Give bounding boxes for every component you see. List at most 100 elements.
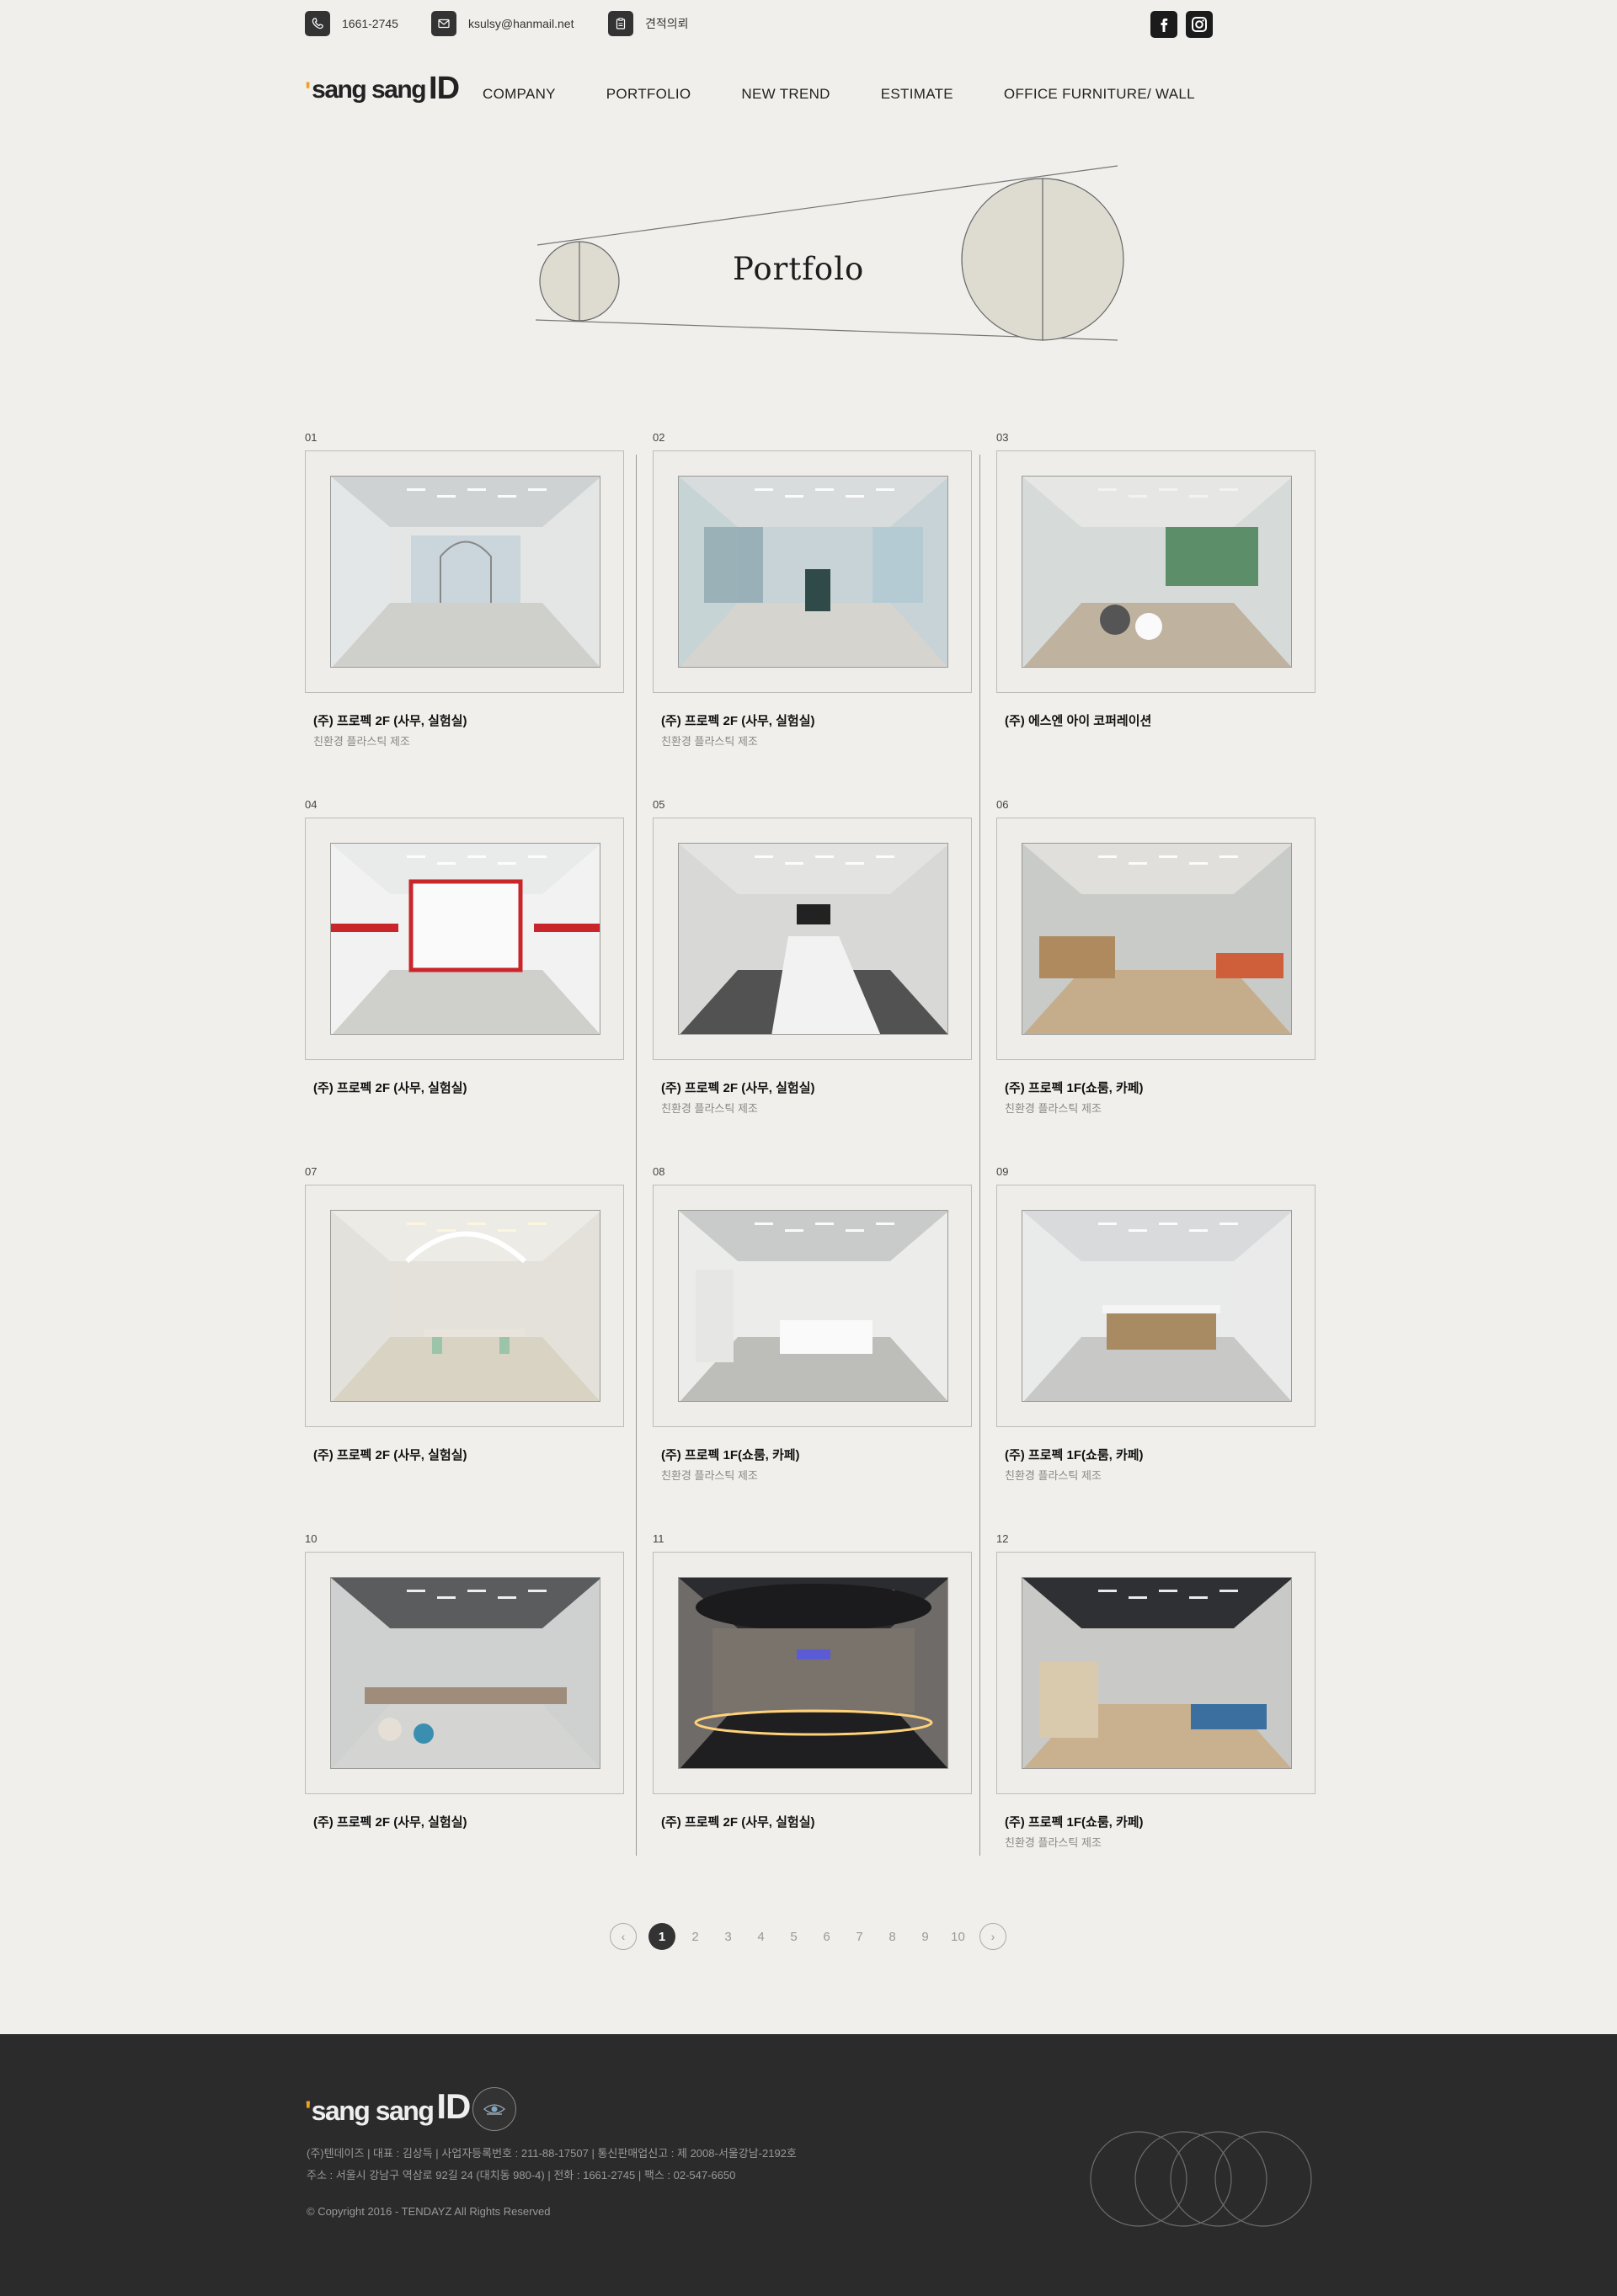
footer-logo-wordmark: sang sang bbox=[311, 2096, 435, 2126]
phone-icon bbox=[305, 11, 330, 36]
project-photo[interactable] bbox=[330, 1577, 600, 1769]
project-subtitle: 친환경 플라스틱 제조 bbox=[661, 1102, 758, 1115]
page-1[interactable]: 1 bbox=[648, 1923, 675, 1950]
portfolio-card[interactable]: 06 (주) 프로펙 1F(쇼룸, 카페) 친환경 플라스틱 제조 bbox=[996, 798, 1315, 1127]
project-photo[interactable] bbox=[1022, 1210, 1292, 1402]
project-photo[interactable] bbox=[678, 843, 948, 1035]
nav-portfolio[interactable]: PORTFOLIO bbox=[606, 86, 691, 103]
project-title[interactable]: (주) 프로펙 1F(쇼룸, 카페) bbox=[661, 1446, 800, 1463]
project-photo[interactable] bbox=[330, 476, 600, 668]
project-photo[interactable] bbox=[330, 843, 600, 1035]
portfolio-card[interactable]: 05 (주) 프로펙 2F (사무, 실험실) 친환경 플라스틱 제조 bbox=[653, 798, 972, 1127]
project-subtitle: 친환경 플라스틱 제조 bbox=[1005, 1102, 1102, 1115]
portfolio-card[interactable]: 04 (주) 프로펙 2F (사무, 실험실) bbox=[305, 798, 624, 1127]
page-6[interactable]: 6 bbox=[810, 1930, 843, 1944]
page-9[interactable]: 9 bbox=[909, 1930, 942, 1944]
card-number: 07 bbox=[305, 1165, 318, 1178]
portfolio-card[interactable]: 07 (주) 프로펙 2F (사무, 실험실) bbox=[305, 1165, 624, 1494]
phone-contact[interactable]: 1661-2745 bbox=[305, 11, 398, 36]
company-address: 주소 : 서울시 강남구 역삼로 92길 24 (대치동 980-4) | 전화… bbox=[307, 2169, 736, 2181]
card-number: 01 bbox=[305, 431, 318, 444]
column-divider-2 bbox=[979, 455, 980, 1856]
card-number: 05 bbox=[653, 798, 665, 811]
logo-wordmark: sang sang bbox=[312, 76, 426, 104]
project-title[interactable]: (주) 프로펙 2F (사무, 실험실) bbox=[313, 1813, 467, 1830]
column-divider-1 bbox=[636, 455, 637, 1856]
nav-new-trend[interactable]: NEW TREND bbox=[741, 86, 830, 103]
next-page-button[interactable]: › bbox=[979, 1923, 1006, 1950]
nav-company[interactable]: COMPANY bbox=[483, 86, 556, 103]
project-title[interactable]: (주) 프로펙 2F (사무, 실험실) bbox=[313, 711, 467, 729]
copyright: © Copyright 2016 - TENDAYZ All Rights Re… bbox=[307, 2205, 551, 2218]
card-frame bbox=[305, 1185, 624, 1427]
project-title[interactable]: (주) 프로펙 2F (사무, 실험실) bbox=[661, 1079, 815, 1096]
logo-quote-mark: ' bbox=[305, 77, 312, 105]
main-nav: COMPANY PORTFOLIO NEW TREND ESTIMATE OFF… bbox=[483, 86, 1246, 103]
portfolio-card[interactable]: 01 (주) 프로펙 2F (사무, 실험실) 친환경 플라스틱 제조 bbox=[305, 431, 624, 759]
card-number: 11 bbox=[653, 1532, 664, 1545]
card-number: 04 bbox=[305, 798, 318, 811]
nav-office-furniture-wall[interactable]: OFFICE FURNITURE/ WALL bbox=[1004, 86, 1195, 103]
phone-number: 1661-2745 bbox=[342, 17, 398, 30]
email-contact[interactable]: ksulsy@hanmail.net bbox=[431, 11, 574, 36]
footer-logo[interactable]: ' sang sang ID bbox=[305, 2086, 471, 2127]
project-title[interactable]: (주) 프로펙 2F (사무, 실험실) bbox=[661, 1813, 815, 1830]
project-photo[interactable] bbox=[678, 1210, 948, 1402]
project-photo[interactable] bbox=[678, 476, 948, 668]
card-frame bbox=[996, 818, 1315, 1060]
facebook-icon[interactable] bbox=[1150, 11, 1177, 38]
page-8[interactable]: 8 bbox=[876, 1930, 909, 1944]
portfolio-card[interactable]: 11 (주) 프로펙 2F (사무, 실험실) bbox=[653, 1532, 972, 1861]
project-title[interactable]: (주) 프로펙 1F(쇼룸, 카페) bbox=[1005, 1446, 1144, 1463]
prev-page-button[interactable]: ‹ bbox=[610, 1923, 637, 1950]
project-subtitle: 친환경 플라스틱 제조 bbox=[661, 1469, 758, 1482]
page-5[interactable]: 5 bbox=[777, 1930, 810, 1944]
card-frame bbox=[653, 1552, 972, 1794]
instagram-icon[interactable] bbox=[1186, 11, 1213, 38]
project-photo[interactable] bbox=[1022, 476, 1292, 668]
card-frame bbox=[653, 450, 972, 693]
card-number: 03 bbox=[996, 431, 1009, 444]
company-info: (주)텐데이즈 | 대표 : 김상득 | 사업자등록번호 : 211-88-17… bbox=[307, 2147, 797, 2160]
project-title[interactable]: (주) 프로펙 2F (사무, 실험실) bbox=[661, 711, 815, 729]
project-subtitle: 친환경 플라스틱 제조 bbox=[1005, 1836, 1102, 1849]
logo-id: ID bbox=[429, 71, 460, 106]
project-photo[interactable] bbox=[1022, 1577, 1292, 1769]
portfolio-card[interactable]: 09 (주) 프로펙 1F(쇼룸, 카페) 친환경 플라스틱 제조 bbox=[996, 1165, 1315, 1494]
project-photo[interactable] bbox=[678, 1577, 948, 1769]
hero-title: Portfolo bbox=[733, 251, 865, 287]
project-title[interactable]: (주) 에스엔 아이 코퍼레이션 bbox=[1005, 711, 1151, 729]
card-frame bbox=[305, 818, 624, 1060]
page-10[interactable]: 10 bbox=[942, 1930, 974, 1944]
card-number: 09 bbox=[996, 1165, 1009, 1178]
top-bar: 1661-2745 ksulsy@hanmail.net 견적의뢰 bbox=[305, 11, 1213, 38]
mail-icon bbox=[431, 11, 456, 36]
nav-estimate[interactable]: ESTIMATE bbox=[881, 86, 953, 103]
card-frame bbox=[996, 450, 1315, 693]
page-3[interactable]: 3 bbox=[712, 1930, 744, 1944]
portfolio-card[interactable]: 02 (주) 프로펙 2F (사무, 실험실) 친환경 플라스틱 제조 bbox=[653, 431, 972, 759]
project-photo[interactable] bbox=[330, 1210, 600, 1402]
card-number: 06 bbox=[996, 798, 1009, 811]
portfolio-card[interactable]: 12 (주) 프로펙 1F(쇼룸, 카페) 친환경 플라스틱 제조 bbox=[996, 1532, 1315, 1861]
page-2[interactable]: 2 bbox=[679, 1930, 712, 1944]
portfolio-card[interactable]: 10 (주) 프로펙 2F (사무, 실험실) bbox=[305, 1532, 624, 1861]
site-logo[interactable]: ' sang sang ID bbox=[305, 69, 460, 106]
card-number: 02 bbox=[653, 431, 665, 444]
card-frame bbox=[996, 1185, 1315, 1427]
page-4[interactable]: 4 bbox=[744, 1930, 777, 1944]
project-title[interactable]: (주) 프로펙 1F(쇼룸, 카페) bbox=[1005, 1813, 1144, 1830]
portfolio-card[interactable]: 08 (주) 프로펙 1F(쇼룸, 카페) 친환경 플라스틱 제조 bbox=[653, 1165, 972, 1494]
project-title[interactable]: (주) 프로펙 2F (사무, 실험실) bbox=[313, 1079, 467, 1096]
project-title[interactable]: (주) 프로펙 1F(쇼룸, 카페) bbox=[1005, 1079, 1144, 1096]
card-number: 12 bbox=[996, 1532, 1009, 1545]
card-number: 10 bbox=[305, 1532, 318, 1545]
page-7[interactable]: 7 bbox=[843, 1930, 876, 1944]
project-photo[interactable] bbox=[1022, 843, 1292, 1035]
estimate-contact[interactable]: 견적의뢰 bbox=[608, 11, 689, 36]
social-links bbox=[1150, 11, 1213, 38]
footer-circles-decoration bbox=[1090, 2131, 1312, 2227]
card-frame bbox=[305, 450, 624, 693]
project-title[interactable]: (주) 프로펙 2F (사무, 실험실) bbox=[313, 1446, 467, 1463]
portfolio-card[interactable]: 03 (주) 에스엔 아이 코퍼레이션 bbox=[996, 431, 1315, 759]
